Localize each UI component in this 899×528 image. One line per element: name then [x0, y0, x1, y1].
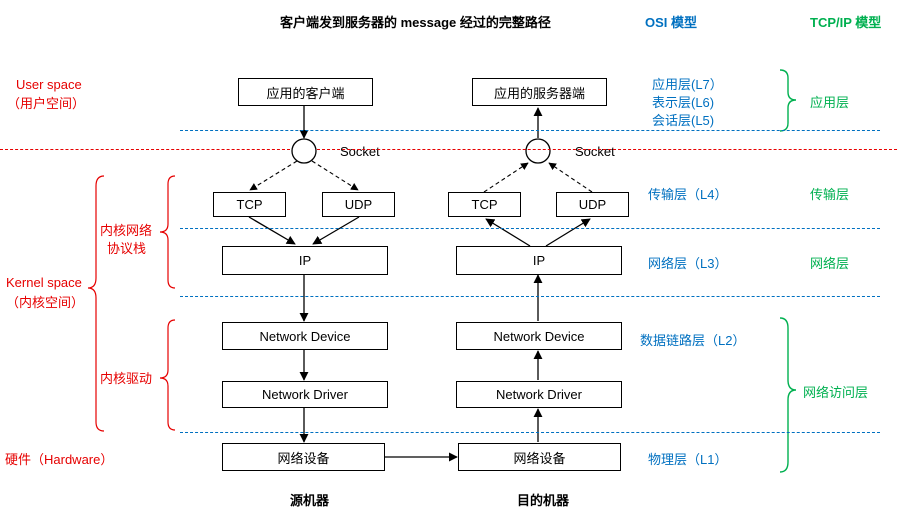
tcpip-netaccess: 网络访问层 — [803, 382, 868, 401]
sep-app-transport — [180, 130, 880, 131]
box-src-netdrv: Network Driver — [222, 381, 388, 408]
box-src-netdev-text: Network Device — [259, 329, 350, 344]
box-dst-nethw: 网络设备 — [458, 443, 621, 471]
kernel-stack-label-l2: 协议栈 — [107, 238, 146, 257]
tcpip-transport: 传输层 — [810, 184, 849, 203]
box-src-udp: UDP — [322, 192, 395, 217]
box-dst-netdev-text: Network Device — [493, 329, 584, 344]
dst-socket-label: Socket — [575, 144, 615, 159]
user-space-label-cn: （用户空间） — [7, 93, 85, 112]
osi-l4: 传输层（L4） — [648, 184, 727, 203]
kernel-space-label-cn: （内核空间） — [6, 292, 84, 311]
box-dst-ip: IP — [456, 246, 622, 275]
sep-transport-network — [180, 228, 880, 229]
box-dst-nethw-text: 网络设备 — [513, 448, 565, 467]
box-src-netdev: Network Device — [222, 322, 388, 350]
box-dst-udp: UDP — [556, 192, 629, 217]
box-src-ip: IP — [222, 246, 388, 275]
kernel-space-label-en: Kernel space — [6, 275, 82, 290]
hardware-label: 硬件（Hardware） — [5, 449, 113, 468]
user-space-label-en: User space — [16, 77, 82, 92]
tcpip-header: TCP/IP 模型 — [810, 12, 881, 31]
box-src-netdrv-text: Network Driver — [262, 387, 348, 402]
arrows-layer — [0, 0, 899, 528]
box-src-tcp: TCP — [213, 192, 286, 217]
box-src-nethw-text: 网络设备 — [277, 448, 329, 467]
page-title: 客户端发到服务器的 message 经过的完整路径 — [280, 12, 551, 31]
box-dst-ip-text: IP — [533, 253, 545, 268]
box-dst-tcp-text: TCP — [472, 197, 498, 212]
osi-l2: 数据链路层（L2） — [640, 330, 745, 349]
osi-l5: 会话层(L5) — [652, 110, 714, 129]
sep-user-kernel-right — [317, 149, 897, 150]
tcpip-app: 应用层 — [810, 92, 849, 111]
box-src-app-text: 应用的客户端 — [266, 83, 344, 102]
box-src-nethw: 网络设备 — [222, 443, 385, 471]
box-dst-netdrv-text: Network Driver — [496, 387, 582, 402]
sep-link-phys — [180, 432, 880, 433]
box-dst-netdev: Network Device — [456, 322, 622, 350]
box-src-tcp-text: TCP — [237, 197, 263, 212]
box-dst-app: 应用的服务器端 — [472, 78, 607, 106]
source-footer: 源机器 — [290, 490, 329, 509]
box-dst-tcp: TCP — [448, 192, 521, 217]
osi-l6: 表示层(L6) — [652, 92, 714, 111]
box-src-udp-text: UDP — [345, 197, 372, 212]
box-src-app: 应用的客户端 — [238, 78, 373, 106]
dest-footer: 目的机器 — [517, 490, 569, 509]
box-dst-udp-text: UDP — [579, 197, 606, 212]
osi-l1: 物理层（L1） — [648, 449, 727, 468]
box-src-ip-text: IP — [299, 253, 311, 268]
box-dst-netdrv: Network Driver — [456, 381, 622, 408]
kernel-driver-label: 内核驱动 — [100, 368, 152, 387]
sep-network-link — [180, 296, 880, 297]
osi-l7: 应用层(L7） — [652, 74, 723, 93]
osi-l3: 网络层（L3） — [648, 253, 727, 272]
kernel-stack-label-l1: 内核网络 — [100, 220, 152, 239]
tcpip-network: 网络层 — [810, 253, 849, 272]
src-socket-label: Socket — [340, 144, 380, 159]
box-dst-app-text: 应用的服务器端 — [494, 83, 585, 102]
sep-user-kernel-left — [0, 149, 290, 150]
osi-header: OSI 模型 — [645, 12, 697, 31]
